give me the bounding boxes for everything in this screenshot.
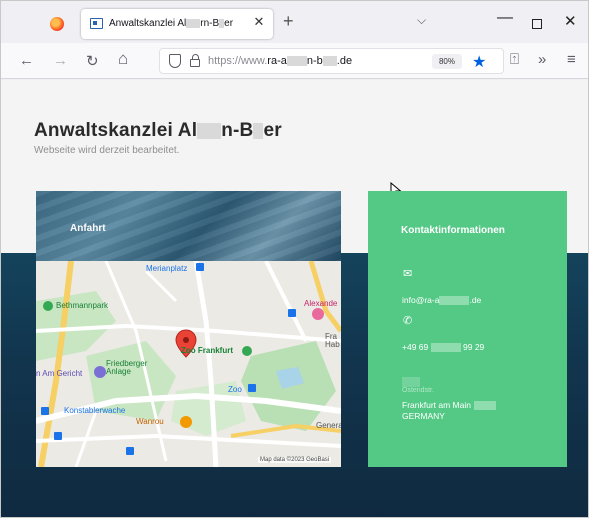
forward-button[interactable]: → <box>53 52 68 69</box>
map-attribution[interactable]: Map data ©2023 GeoBasi <box>258 457 332 463</box>
kontakt-card: Kontaktinformationen ✉ info@ra-a .de ✆ +4… <box>368 191 567 467</box>
address-city: Frankfurt am Main <box>402 400 496 411</box>
tracking-protection-shield-icon[interactable] <box>169 54 181 68</box>
page-favicon-icon <box>90 18 103 29</box>
browser-window: Anwaltskanzlei Al rn-B er ✕ + ⌵ — ✕ ← → ↻ … <box>0 0 589 518</box>
firefox-logo-icon[interactable] <box>50 17 64 31</box>
bookmark-star-icon[interactable]: ★ <box>472 52 486 72</box>
map-label-am-gericht: n Am Gericht <box>36 369 83 378</box>
close-window-button[interactable]: ✕ <box>564 12 577 30</box>
overflow-menu-button[interactable]: » <box>538 51 546 68</box>
page-title: Anwaltskanzlei Al n-B er <box>34 120 282 141</box>
navigation-toolbar: ← → ↻ ⌂ https://www.ra-a n-b .de 80% ★ ⍐ »… <box>1 43 588 79</box>
tab-close-button[interactable]: ✕ <box>251 14 267 30</box>
map-label-friedberger-anlage: Friedberger Anlage <box>106 359 148 376</box>
email-link[interactable]: info@ra-a .de <box>402 295 481 306</box>
page-subtitle: Webseite wird derzeit bearbeitet. <box>34 145 180 156</box>
map-label-alexander: Alexande <box>304 299 338 308</box>
zoom-level-badge[interactable]: 80% <box>432 54 462 69</box>
address-country: GERMANY <box>402 411 445 421</box>
maximize-button[interactable] <box>532 19 542 29</box>
minimize-button[interactable]: — <box>497 9 513 27</box>
map-label-merianplatz: Merianplatz <box>146 264 188 273</box>
map-label-wanrou: Wanrou <box>136 417 164 426</box>
web-page: Anwaltskanzlei Al n-B er Webseite wird der… <box>1 80 588 517</box>
back-button[interactable]: ← <box>19 52 34 69</box>
home-button[interactable]: ⌂ <box>118 49 128 69</box>
map-label-fra: Fra Hab <box>325 332 340 349</box>
tab-title: Anwaltskanzlei Al rn-B er <box>109 18 234 29</box>
list-all-tabs-button[interactable]: ⌵ <box>417 13 426 28</box>
extensions-button[interactable]: ⍐ <box>510 51 519 68</box>
embedded-google-map[interactable]: Merianplatz Bethmannpark Alexande Friedb… <box>36 261 341 467</box>
tab-bar: Anwaltskanzlei Al rn-B er ✕ + ⌵ — ✕ <box>1 1 588 43</box>
map-label-konstablerwache: Konstablerwache <box>64 406 126 415</box>
map-graphic <box>36 261 341 467</box>
new-tab-button[interactable]: + <box>283 11 294 32</box>
map-label-zoo-frankfurt: Zoo Frankfurt <box>181 346 233 355</box>
map-label-general: Genera <box>316 421 341 430</box>
map-label-bethmannpark: Bethmannpark <box>56 301 109 310</box>
email-icon: ✉ <box>403 268 413 280</box>
anfahrt-card: Anfahrt Merianplatz Bethmannpark Alexand… <box>36 191 341 467</box>
app-menu-button[interactable]: ≡ <box>567 51 576 68</box>
address-bar[interactable]: https://www.ra-a n-b .de 80% ★ <box>159 48 504 74</box>
phone-number[interactable]: +49 69 99 29 <box>402 342 484 353</box>
map-label-zoo: Zoo <box>228 385 242 394</box>
address-street: Ostendstr. <box>402 377 434 394</box>
reload-button[interactable]: ↻ <box>86 52 99 70</box>
lock-icon[interactable] <box>190 54 200 67</box>
tab-anwaltskanzlei[interactable]: Anwaltskanzlei Al rn-B er ✕ <box>81 9 273 39</box>
url-text[interactable]: https://www.ra-a n-b .de <box>208 55 352 67</box>
phone-icon: ✆ <box>403 315 413 327</box>
kontakt-title: Kontaktinformationen <box>401 225 505 236</box>
anfahrt-title: Anfahrt <box>70 223 106 234</box>
